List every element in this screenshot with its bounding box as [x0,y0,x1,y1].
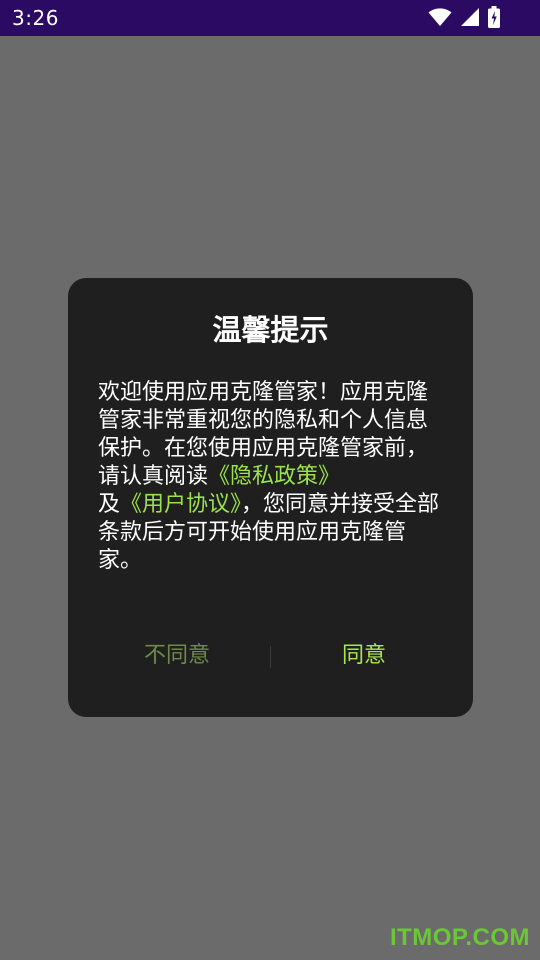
status-time: 3:26 [12,6,59,30]
dialog-actions: 不同意 同意 [68,640,473,672]
disagree-button[interactable]: 不同意 [76,640,278,672]
dialog-message: 欢迎使用应用克隆管家！应用克隆管家非常重视您的隐私和个人信息保护。在您使用应用克… [98,379,443,575]
dialog-title: 温馨提示 [212,313,329,347]
privacy-dialog: 温馨提示 欢迎使用应用克隆管家！应用克隆管家非常重视您的隐私和个人信息保护。在您… [68,278,473,717]
status-icons [428,6,500,28]
privacy-policy-link[interactable]: 《隐私政策》 [208,464,340,489]
cell-signal-icon [460,7,480,27]
agree-button[interactable]: 同意 [263,640,465,672]
user-agreement-link[interactable]: 《用户协议》 [120,492,241,517]
status-bar: 3:26 [0,0,540,36]
battery-charging-icon [488,6,500,28]
message-text-and: 及 [98,492,121,517]
site-watermark: ITMOP.COM [389,924,530,951]
wifi-icon [428,7,452,27]
